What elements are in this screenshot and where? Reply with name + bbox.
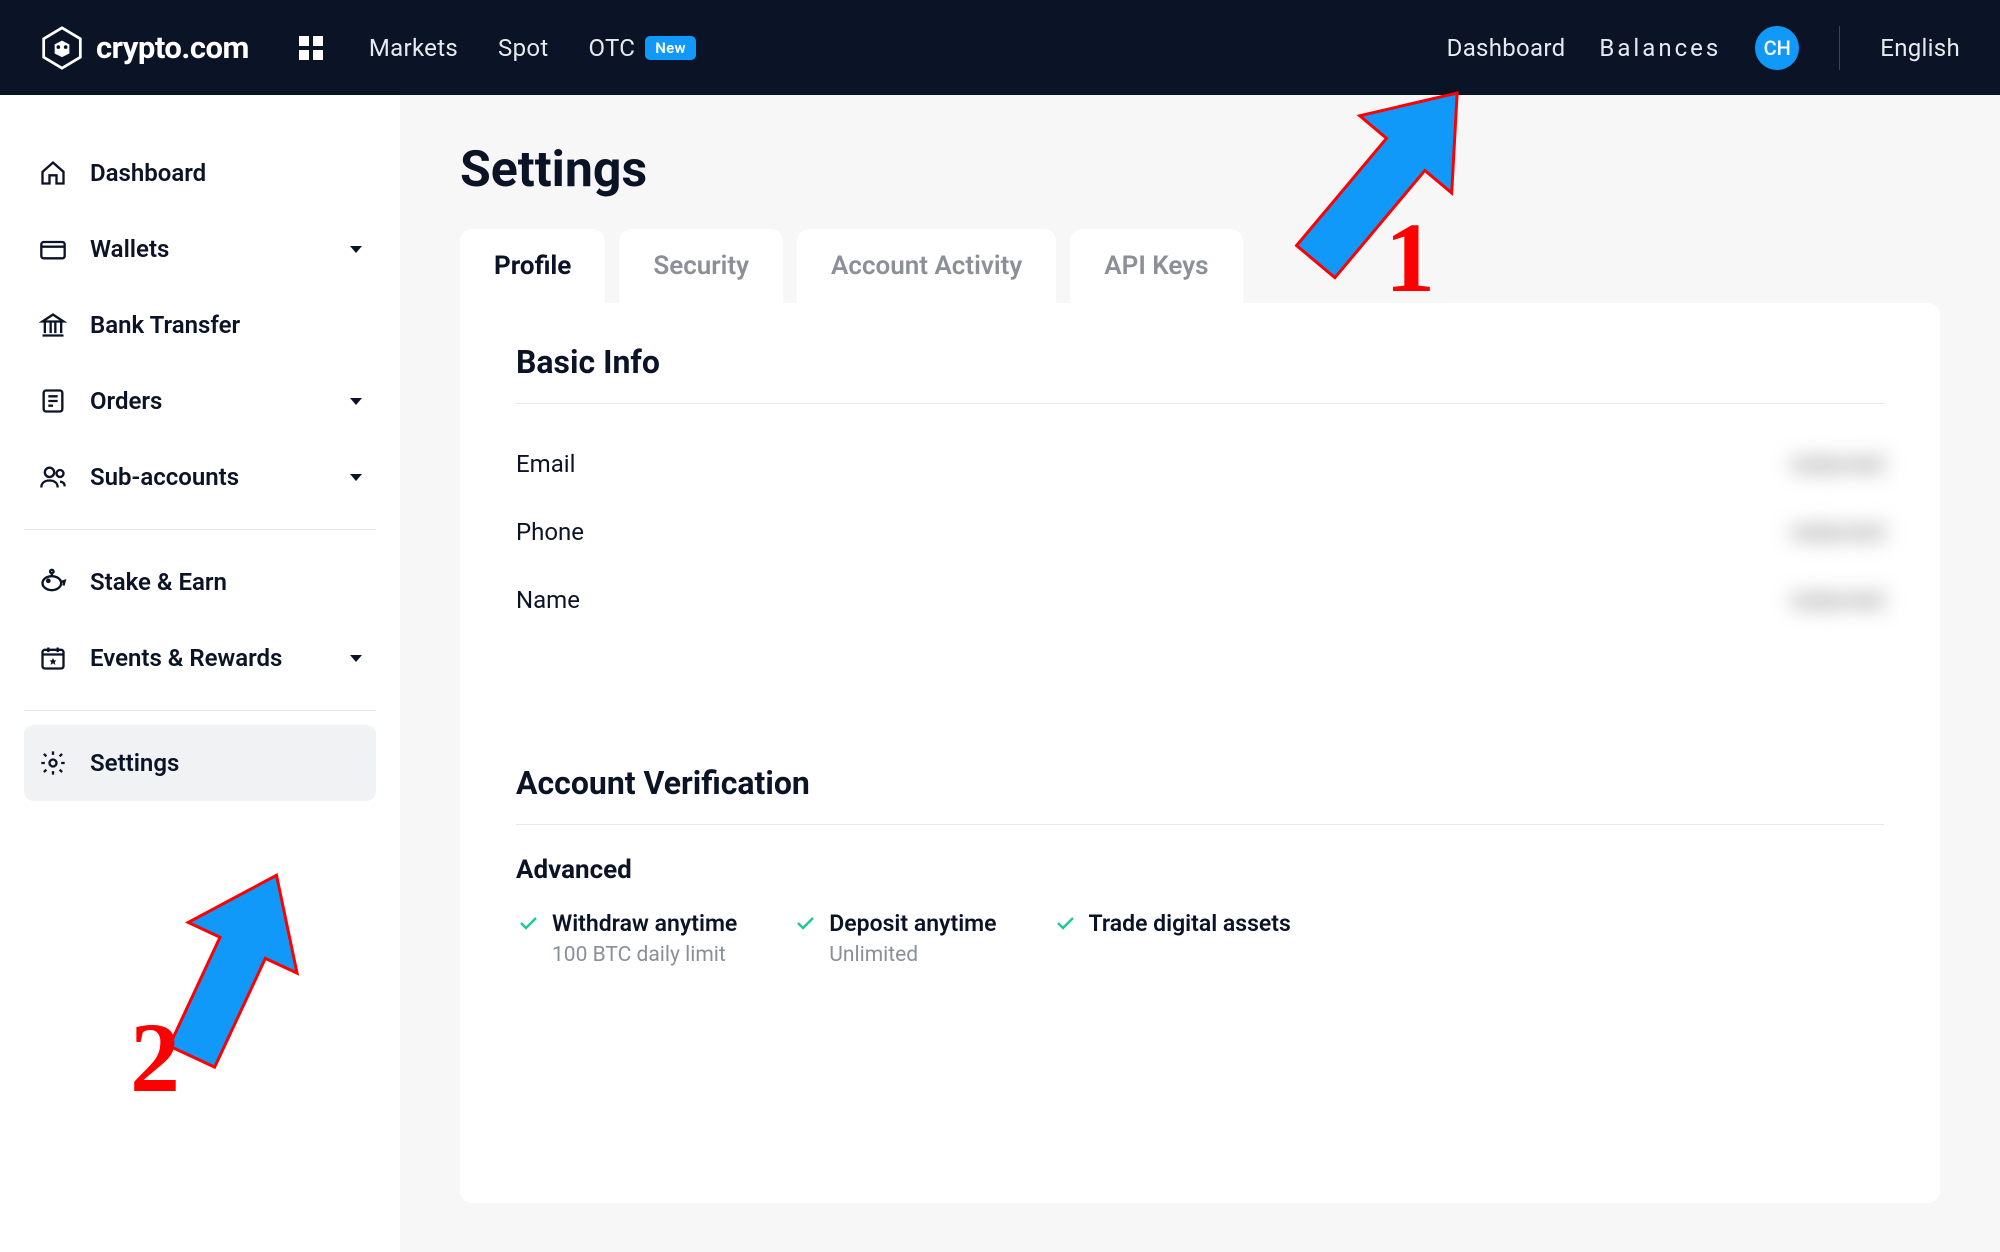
tab-security[interactable]: Security [619,229,783,303]
feature-title: Withdraw anytime [552,909,737,939]
nav-otc[interactable]: OTC New [589,34,696,62]
divider [516,403,1884,404]
bank-icon [38,311,68,339]
field-phone: Phone redacted [516,498,1884,566]
check-icon [1053,911,1077,939]
tab-label: Profile [494,251,571,281]
sidebar-item-label: Orders [90,387,162,415]
top-header: crypto.com Markets Spot OTC New Dashboar… [0,0,2000,95]
avatar-initials: CH [1764,36,1791,60]
nav-spot[interactable]: Spot [498,34,548,62]
chevron-down-icon [350,398,362,405]
tab-label: Account Activity [831,251,1022,281]
feature-subtitle: 100 BTC daily limit [552,943,737,967]
sidebar-item-label: Events & Rewards [90,644,282,672]
brand-logo-icon [40,26,84,70]
verification-level: Advanced [516,855,1884,885]
sidebar-item-label: Dashboard [90,159,206,187]
sidebar-item-label: Bank Transfer [90,311,240,339]
feature-withdraw: Withdraw anytime 100 BTC daily limit [516,909,737,967]
sidebar-item-dashboard[interactable]: Dashboard [24,135,376,211]
field-value: redacted [1790,450,1884,478]
field-value: redacted [1790,586,1884,614]
top-nav-left: Markets Spot OTC New [369,34,696,62]
chevron-down-icon [350,246,362,253]
sidebar: Dashboard Wallets Bank Transfer Orders [0,95,400,1252]
feature-title: Deposit anytime [829,909,996,939]
field-label: Email [516,450,575,478]
field-label: Name [516,586,580,614]
verification-title: Account Verification [516,764,1884,802]
nav-language[interactable]: English [1880,34,1960,62]
tab-profile[interactable]: Profile [460,229,605,303]
tab-label: API Keys [1104,251,1208,281]
brand-name: crypto.com [96,29,249,66]
feature-deposit: Deposit anytime Unlimited [793,909,996,967]
field-value: redacted [1790,518,1884,546]
feature-subtitle: Unlimited [829,943,996,967]
wallet-icon [38,235,68,263]
nav-label: OTC [589,34,636,62]
top-nav-right: Dashboard Balances CH English [1447,26,1960,70]
settings-panel: Basic Info Email redacted Phone redacted… [460,303,1940,1203]
avatar[interactable]: CH [1755,26,1799,70]
nav-dashboard[interactable]: Dashboard [1447,34,1566,62]
page-title: Settings [460,141,1940,199]
sidebar-item-settings[interactable]: Settings [24,725,376,801]
home-icon [38,159,68,187]
chevron-down-icon [350,474,362,481]
nav-markets[interactable]: Markets [369,34,458,62]
sidebar-item-stake-earn[interactable]: Stake & Earn [24,544,376,620]
divider [1839,26,1840,70]
check-icon [516,911,540,939]
sidebar-item-label: Settings [90,749,179,777]
tabs: Profile Security Account Activity API Ke… [460,229,1940,303]
badge-new: New [645,36,696,60]
nav-label: Spot [498,34,548,62]
nav-label: Dashboard [1447,34,1566,62]
field-label: Phone [516,518,584,546]
gear-icon [38,749,68,777]
chevron-down-icon [350,655,362,662]
tab-account-activity[interactable]: Account Activity [797,229,1056,303]
sidebar-item-bank-transfer[interactable]: Bank Transfer [24,287,376,363]
check-icon [793,911,817,939]
divider [24,529,376,530]
nav-label: Markets [369,34,458,62]
nav-balances[interactable]: Balances [1599,34,1721,62]
tab-api-keys[interactable]: API Keys [1070,229,1242,303]
main-content: Settings Profile Security Account Activi… [400,95,2000,1252]
divider [516,824,1884,825]
sidebar-item-label: Wallets [90,235,169,263]
sidebar-item-label: Sub-accounts [90,463,239,491]
tab-label: Security [653,251,749,281]
feature-trade: Trade digital assets [1053,909,1291,967]
sidebar-item-orders[interactable]: Orders [24,363,376,439]
piggy-icon [38,568,68,596]
users-icon [38,463,68,491]
calendar-icon [38,644,68,672]
verification-features: Withdraw anytime 100 BTC daily limit Dep… [516,909,1884,967]
nav-label: Balances [1599,34,1721,62]
sidebar-item-wallets[interactable]: Wallets [24,211,376,287]
divider [24,710,376,711]
nav-label: English [1880,34,1960,62]
app-grid-icon[interactable] [299,36,323,60]
sidebar-item-events-rewards[interactable]: Events & Rewards [24,620,376,696]
brand-logo[interactable]: crypto.com [40,26,249,70]
feature-title: Trade digital assets [1089,909,1291,939]
sidebar-item-sub-accounts[interactable]: Sub-accounts [24,439,376,515]
field-name: Name redacted [516,566,1884,634]
basic-info-title: Basic Info [516,343,1884,381]
orders-icon [38,387,68,415]
sidebar-item-label: Stake & Earn [90,568,227,596]
field-email: Email redacted [516,430,1884,498]
